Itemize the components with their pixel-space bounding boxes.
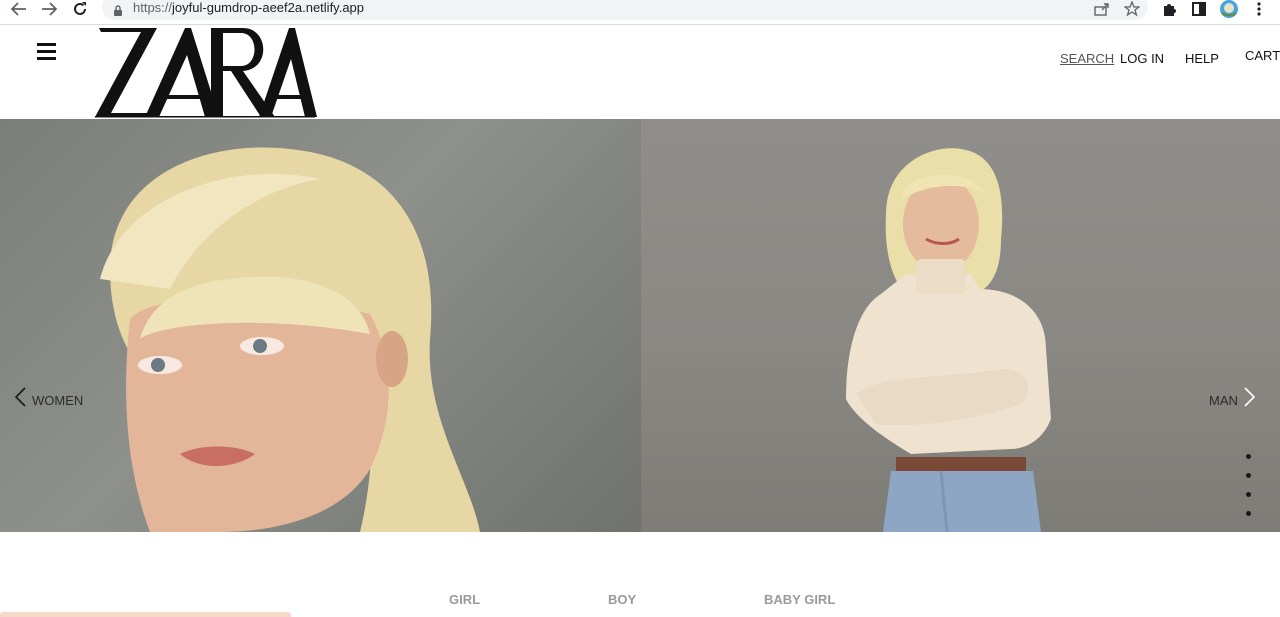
hero-next-label: MAN — [1209, 393, 1238, 408]
side-panel-icon[interactable] — [1189, 0, 1209, 18]
carousel-pagination — [1246, 454, 1251, 530]
lock-icon — [113, 3, 123, 16]
share-icon[interactable] — [1092, 0, 1112, 18]
hero-next[interactable]: MAN — [1209, 387, 1256, 410]
avatar-icon[interactable] — [1219, 0, 1239, 18]
chevron-left-icon — [14, 387, 26, 410]
tab-baby-girl[interactable]: BABY GIRL — [764, 592, 835, 607]
hamburger-icon[interactable] — [37, 43, 57, 61]
cart-link[interactable]: CART — [1245, 48, 1280, 63]
carousel-dot[interactable] — [1246, 454, 1251, 459]
hero-carousel: WOMEN MAN — [0, 119, 1280, 532]
site-header: SEARCH LOG IN HELP CART — [0, 25, 1280, 119]
chevron-right-icon — [1244, 387, 1256, 410]
browser-toolbar: https://joyful-gumdrop-aeef2a.netlify.ap… — [0, 0, 1280, 25]
login-link[interactable]: LOG IN — [1120, 51, 1164, 66]
promo-banner-edge — [0, 612, 291, 617]
carousel-dot[interactable] — [1246, 492, 1251, 497]
puzzle-icon[interactable] — [1159, 0, 1179, 18]
hero-prev[interactable]: WOMEN — [14, 387, 83, 410]
search-link[interactable]: SEARCH — [1060, 51, 1114, 66]
tab-boy[interactable]: BOY — [608, 592, 636, 607]
help-link[interactable]: HELP — [1185, 51, 1219, 66]
arrow-left-icon[interactable] — [8, 0, 30, 18]
tab-girl[interactable]: GIRL — [449, 592, 480, 607]
star-icon[interactable] — [1122, 0, 1142, 18]
kebab-menu-icon[interactable] — [1249, 0, 1269, 18]
arrow-right-icon[interactable] — [38, 0, 60, 18]
carousel-dot[interactable] — [1246, 473, 1251, 478]
hero-image-right — [641, 119, 1280, 532]
carousel-dot[interactable] — [1246, 511, 1251, 516]
reload-icon[interactable] — [69, 0, 91, 18]
address-bar[interactable]: https://joyful-gumdrop-aeef2a.netlify.ap… — [102, 0, 1148, 20]
zara-logo[interactable] — [93, 25, 317, 119]
hero-prev-label: WOMEN — [32, 393, 84, 408]
hero-image-left — [0, 119, 641, 532]
url-text: https://joyful-gumdrop-aeef2a.netlify.ap… — [133, 0, 365, 15]
